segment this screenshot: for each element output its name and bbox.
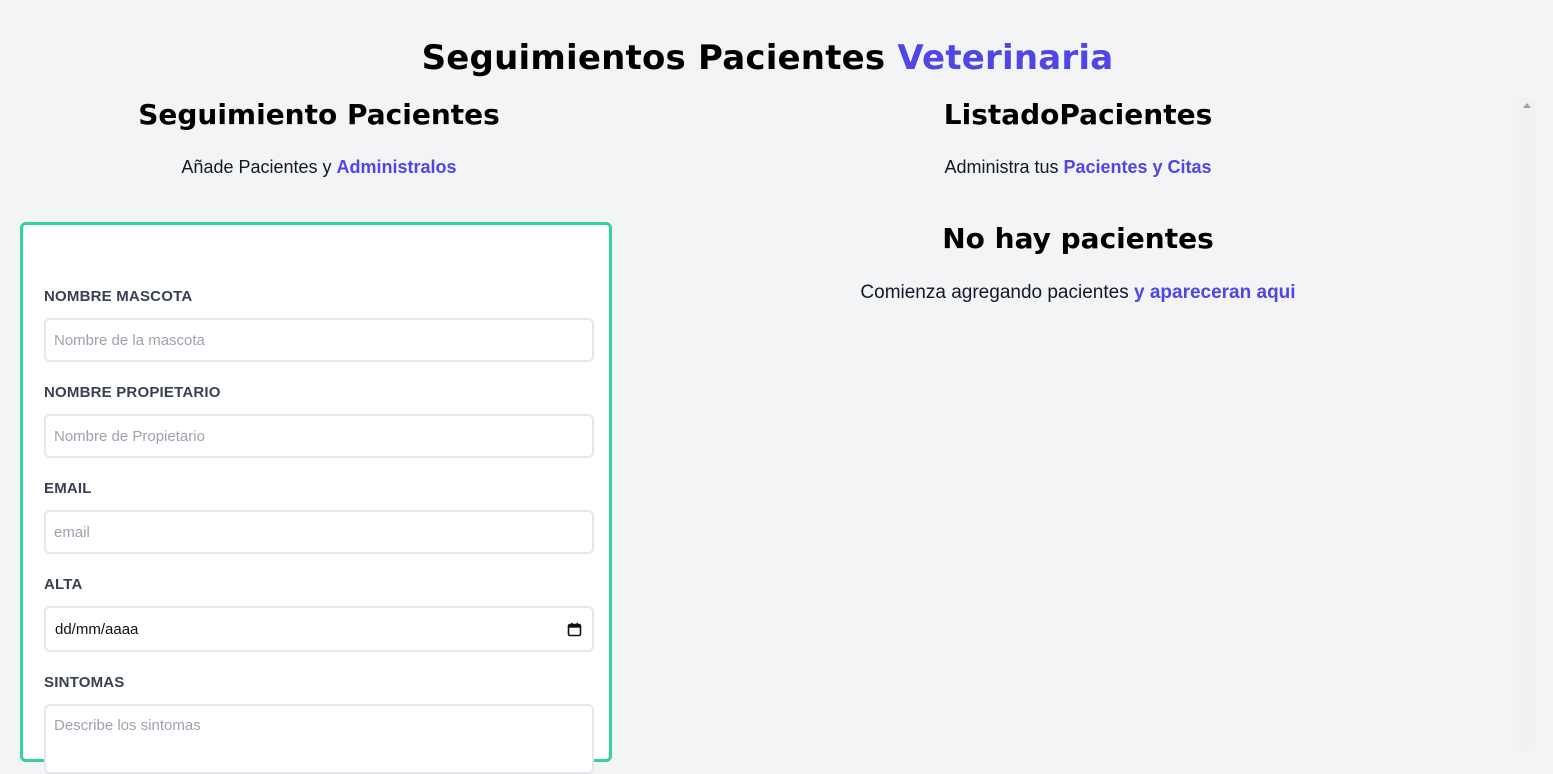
scroll-up-arrow-icon[interactable] — [1523, 103, 1531, 108]
empty-state-heading: No hay pacientes — [942, 222, 1214, 255]
empty-state-message: Comienza agregando pacientes y aparecera… — [618, 282, 1538, 304]
form-subtitle-accent: Administralos — [336, 157, 457, 177]
empty-message-plain: Comienza agregando pacientes — [860, 282, 1134, 303]
discharge-date-label: Alta — [44, 576, 83, 593]
list-scrollbar[interactable] — [1519, 98, 1535, 751]
list-subtitle-plain: Administra tus — [944, 157, 1064, 177]
symptoms-textarea[interactable] — [44, 704, 594, 774]
form-subtitle-plain: Añade Pacientes y — [181, 157, 337, 177]
calendar-icon[interactable] — [567, 622, 582, 637]
patient-form-section: Seguimiento Pacientes Añade Pacientes y … — [20, 0, 618, 774]
list-section-heading: ListadoPacientes — [943, 98, 1213, 131]
form-section-heading: Seguimiento Pacientes — [138, 98, 500, 131]
symptoms-label: Sintomas — [44, 674, 125, 691]
discharge-date-value: dd/mm/aaaa — [55, 620, 139, 638]
patient-form: Nombre Mascota Nombre Propietario Email … — [20, 222, 612, 774]
list-subtitle-accent: Pacientes y Citas — [1063, 157, 1212, 177]
patient-list-section: ListadoPacientes Administra tus Paciente… — [618, 0, 1538, 751]
email-input[interactable] — [44, 510, 594, 554]
email-label: Email — [44, 480, 92, 497]
empty-message-accent: y apareceran aqui — [1133, 282, 1296, 303]
owner-name-label: Nombre Propietario — [44, 384, 221, 401]
pet-name-input[interactable] — [44, 318, 594, 362]
owner-name-input[interactable] — [44, 414, 594, 458]
discharge-date-input[interactable]: dd/mm/aaaa — [44, 606, 594, 652]
list-section-subtitle: Administra tus Pacientes y Citas — [618, 157, 1538, 178]
pet-name-label: Nombre Mascota — [44, 288, 193, 305]
form-section-subtitle: Añade Pacientes y Administralos — [20, 157, 618, 178]
